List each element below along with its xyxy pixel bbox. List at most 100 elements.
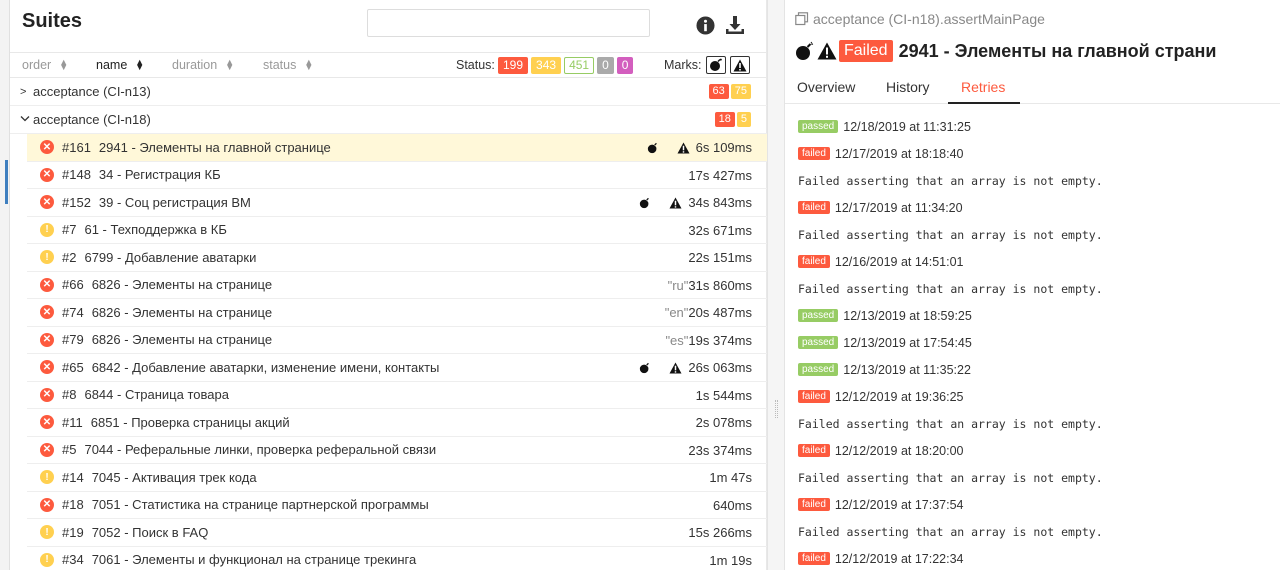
filter-broken-badge[interactable]: 343 bbox=[531, 57, 562, 74]
retry-item[interactable]: failed 12/12/2019 at 17:22:34 bbox=[798, 545, 1278, 570]
test-row[interactable]: ! #2 6799 - Добавление аватарки 22s 151ms bbox=[27, 244, 767, 272]
test-meta: 32s 671ms bbox=[688, 217, 752, 244]
tab-overview[interactable]: Overview bbox=[797, 79, 855, 95]
retry-item[interactable]: failed 12/17/2019 at 11:34:20 bbox=[798, 194, 1278, 221]
retry-item[interactable]: failed 12/12/2019 at 19:36:25 bbox=[798, 383, 1278, 410]
new-failed-mark-toggle[interactable] bbox=[730, 56, 750, 74]
test-name: 7061 - Элементы и функционал на странице… bbox=[91, 552, 417, 568]
test-row[interactable]: ! #7 61 - Техподдержка в КБ 32s 671ms bbox=[27, 217, 767, 244]
failed-status-icon: ✕ bbox=[40, 497, 54, 512]
retry-status-badge: passed bbox=[798, 363, 839, 376]
test-order: #34 bbox=[62, 552, 84, 568]
test-name: 7052 - Поиск в FAQ bbox=[91, 524, 209, 540]
filter-failed-badge[interactable]: 199 bbox=[498, 57, 529, 74]
flaky-mark-toggle[interactable] bbox=[706, 56, 726, 74]
tree-list: > acceptance (CI-n13) 63 75 acceptance (… bbox=[10, 78, 767, 570]
test-row[interactable]: ✕ #161 2941 - Элементы на главной странице… bbox=[27, 134, 767, 162]
search-input[interactable] bbox=[367, 9, 650, 37]
sort-order[interactable]: order ▲ ▼ bbox=[22, 57, 69, 73]
retry-time: 12/18/2019 at 11:31:25 bbox=[843, 119, 971, 134]
retry-item[interactable]: passed 12/13/2019 at 17:54:45 bbox=[798, 329, 1278, 356]
filter-passed-badge[interactable]: 451 bbox=[564, 57, 595, 74]
status-badge: Failed bbox=[839, 40, 893, 62]
retry-time: 12/17/2019 at 11:34:20 bbox=[834, 200, 963, 215]
test-row[interactable]: ✕ #152 39 - Соц регистрация ВМ 34s 843ms bbox=[27, 189, 767, 217]
retry-status-badge: failed bbox=[798, 201, 830, 214]
retry-status-badge: failed bbox=[798, 390, 830, 403]
test-duration: 17s 427ms bbox=[688, 167, 752, 183]
retry-status-badge: passed bbox=[798, 336, 839, 349]
retry-item[interactable]: passed 12/13/2019 at 11:35:22 bbox=[798, 356, 1278, 383]
failed-status-icon: ✕ bbox=[40, 195, 54, 210]
group-row[interactable]: acceptance (CI-n18) 18 5 bbox=[10, 106, 767, 134]
test-meta: 1m 47s bbox=[709, 464, 752, 491]
test-order: #19 bbox=[62, 524, 84, 540]
failed-status-icon: ✕ bbox=[40, 167, 54, 182]
retry-item[interactable]: passed 12/13/2019 at 18:59:25 bbox=[798, 302, 1278, 329]
test-duration: 1s 544ms bbox=[695, 387, 752, 403]
scroll-marker bbox=[5, 160, 8, 204]
sort-name[interactable]: name ▲ ▼ bbox=[96, 58, 144, 73]
retry-time: 12/12/2019 at 17:37:54 bbox=[834, 497, 964, 512]
retry-time: 12/13/2019 at 18:59:25 bbox=[843, 308, 972, 323]
test-row[interactable]: ✕ #79 6826 - Элементы на странице "es" 19s 3… bbox=[27, 327, 767, 354]
group-badges: 18 5 bbox=[714, 112, 751, 127]
warning-icon bbox=[669, 361, 682, 374]
tab-history[interactable]: History bbox=[886, 79, 930, 95]
retry-item[interactable]: failed 12/17/2019 at 18:18:40 bbox=[798, 140, 1278, 167]
splitter-grip-icon[interactable] bbox=[775, 400, 778, 418]
retry-item[interactable]: passed 12/18/2019 at 11:31:25 bbox=[798, 113, 1278, 140]
sort-duration[interactable]: duration ▲ ▼ bbox=[172, 58, 234, 73]
test-row[interactable]: ! #14 7045 - Активация трек кода 1m 47s bbox=[27, 464, 767, 492]
test-row[interactable]: ! #34 7061 - Элементы и функционал на стра… bbox=[27, 547, 767, 570]
retry-item[interactable]: failed 12/16/2019 at 14:51:01 bbox=[798, 248, 1278, 275]
warning-icon bbox=[677, 141, 690, 154]
sort-name-label: name bbox=[96, 58, 128, 72]
test-row[interactable]: ✕ #18 7051 - Статистика на странице партне… bbox=[27, 492, 767, 519]
failed-status-icon: ✕ bbox=[40, 415, 54, 430]
test-row[interactable]: ✕ #11 6851 - Проверка страницы акций 2s 078… bbox=[27, 409, 767, 437]
download-icon[interactable] bbox=[724, 14, 746, 36]
group-row[interactable]: > acceptance (CI-n13) 63 75 bbox=[10, 78, 767, 106]
test-row[interactable]: ! #19 7052 - Поиск в FAQ 15s 266ms bbox=[27, 519, 767, 547]
test-order: #161 bbox=[62, 139, 91, 155]
test-row[interactable]: ✕ #74 6826 - Элементы на странице "en" 20s 4… bbox=[27, 299, 767, 327]
suites-panel: Suites order ▲ ▼ name ▲ ▼ duration ▲ ▼ status ▲… bbox=[10, 0, 767, 570]
test-order: #148 bbox=[62, 167, 91, 183]
sort-status[interactable]: status ▲ ▼ bbox=[263, 58, 313, 73]
warning-icon bbox=[669, 196, 682, 209]
broken-status-icon: ! bbox=[40, 552, 54, 567]
test-order: #18 bbox=[62, 497, 84, 513]
test-row[interactable]: ✕ #65 6842 - Добавление аватарки, изменени… bbox=[27, 354, 767, 382]
sort-arrows-icon: ▲ ▼ bbox=[59, 57, 69, 72]
test-row[interactable]: ✕ #66 6826 - Элементы на странице "ru" 31s 8… bbox=[27, 272, 767, 299]
test-name: 7044 - Реферальные линки, проверка рефер… bbox=[84, 442, 437, 458]
test-row[interactable]: ✕ #148 34 - Регистрация КБ 17s 427ms bbox=[27, 162, 767, 189]
filter-unknown-badge[interactable]: 0 bbox=[616, 57, 634, 74]
filter-skipped-badge[interactable]: 0 bbox=[597, 57, 614, 74]
retry-message: Failed asserting that an array is not em… bbox=[798, 173, 1103, 188]
group-broken-count: 5 bbox=[736, 112, 751, 127]
test-row[interactable]: ✕ #5 7044 - Реферальные линки, проверка ре… bbox=[27, 437, 767, 464]
group-name: acceptance (CI-n18) bbox=[33, 112, 151, 127]
test-duration: 2s 078ms bbox=[695, 415, 752, 430]
test-duration: 26s 063ms bbox=[688, 360, 752, 375]
failed-status-icon: ✕ bbox=[40, 332, 54, 347]
info-icon[interactable] bbox=[694, 14, 716, 36]
tab-retries[interactable]: Retries bbox=[961, 79, 1005, 95]
page-title: Suites bbox=[22, 10, 83, 32]
retry-message: Failed asserting that an array is not em… bbox=[798, 524, 1103, 539]
test-meta: 17s 427ms bbox=[688, 162, 752, 189]
retry-item[interactable]: failed 12/12/2019 at 17:37:54 bbox=[798, 491, 1278, 518]
failed-status-icon: ✕ bbox=[40, 387, 54, 402]
pane-splitter[interactable] bbox=[767, 0, 785, 570]
retry-time: 12/12/2019 at 17:22:34 bbox=[834, 551, 964, 566]
test-meta: 2s 078ms bbox=[696, 409, 752, 436]
test-row[interactable]: ✕ #8 6844 - Страница товара 1s 544ms bbox=[27, 382, 767, 409]
failed-status-icon: ✕ bbox=[40, 305, 54, 320]
retry-item[interactable]: failed 12/12/2019 at 18:20:00 bbox=[798, 437, 1278, 464]
failed-status-icon: ✕ bbox=[40, 277, 54, 292]
copy-icon bbox=[795, 12, 809, 26]
test-name: 39 - Соц регистрация ВМ bbox=[98, 194, 251, 210]
test-meta: 22s 151ms bbox=[688, 244, 752, 271]
